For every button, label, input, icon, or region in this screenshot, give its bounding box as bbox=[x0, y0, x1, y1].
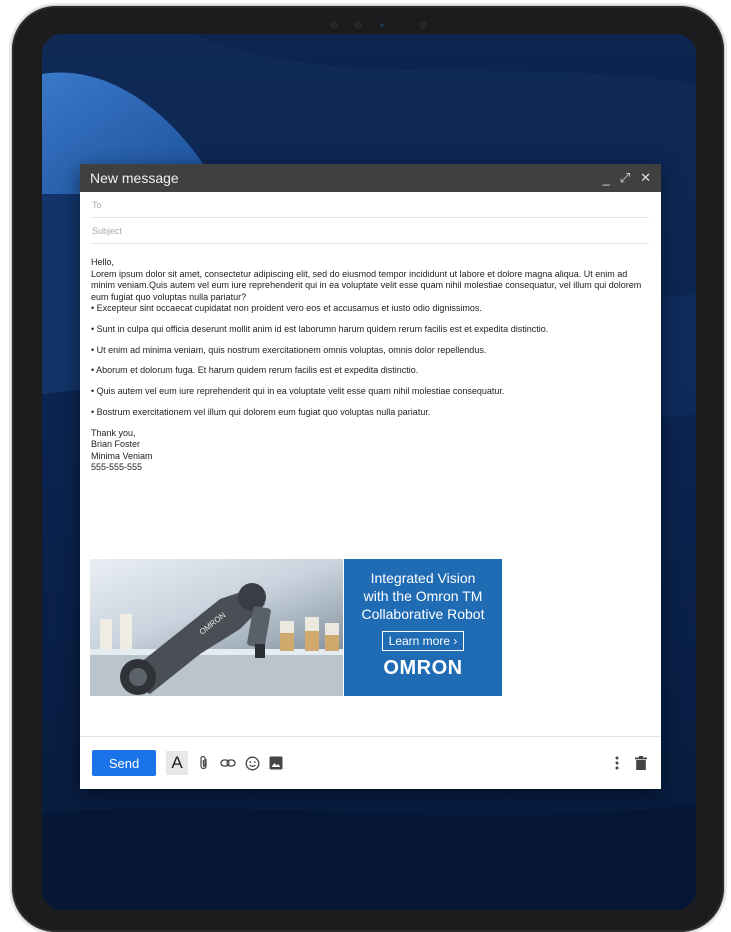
compose-toolbar: Send A bbox=[80, 736, 661, 789]
send-button[interactable]: Send bbox=[92, 750, 156, 776]
subject-row bbox=[90, 218, 649, 244]
compose-window: New message _ ⤢ ✕ Hello, Lorem ipsum dol… bbox=[80, 164, 661, 789]
bullet-list: • Excepteur sint occaecat cupidatat non … bbox=[91, 303, 649, 418]
greeting: Hello, bbox=[91, 257, 115, 267]
signature-phone: 555-555-555 bbox=[91, 462, 143, 473]
close-icon[interactable]: ✕ bbox=[640, 170, 651, 186]
compose-titlebar: New message _ ⤢ ✕ bbox=[80, 164, 661, 192]
more-icon[interactable] bbox=[609, 755, 625, 771]
ad-headline-2: with the Omron TM bbox=[363, 588, 483, 604]
signature-name: Brian Foster bbox=[91, 439, 141, 450]
emoji-icon[interactable] bbox=[244, 755, 260, 771]
learn-more-button[interactable]: Learn more › bbox=[381, 631, 465, 651]
ad-headline-3: Collaborative Robot bbox=[361, 606, 485, 622]
camera-bar bbox=[322, 16, 432, 36]
attach-icon[interactable] bbox=[196, 755, 212, 771]
signature-company: Minima Veniam bbox=[91, 450, 153, 461]
minimize-icon[interactable]: _ bbox=[602, 171, 609, 186]
bullet-item: • Excepteur sint occaecat cupidatat non … bbox=[91, 303, 482, 313]
banner-ad[interactable]: Integrated Vision with the Omron TM Coll… bbox=[344, 559, 502, 696]
expand-icon[interactable]: ⤢ bbox=[620, 170, 630, 186]
to-row bbox=[90, 192, 649, 218]
message-body[interactable]: Hello, Lorem ipsum dolor sit amet, conse… bbox=[80, 244, 661, 474]
email-banner[interactable]: OMRON Integrated Vision with the Omron T… bbox=[90, 559, 502, 696]
bullet-item: • Bostrum exercitationem vel illum qui d… bbox=[91, 406, 431, 417]
omron-logo: OMRON bbox=[383, 657, 463, 679]
trash-icon[interactable] bbox=[633, 755, 649, 771]
robot-image: OMRON bbox=[90, 559, 343, 696]
bullet-item: • Quis autem vel eum iure reprehenderit … bbox=[91, 386, 505, 397]
image-icon[interactable] bbox=[268, 755, 284, 771]
bullet-item: • Aborum et dolorum fuga. Et harum quide… bbox=[91, 365, 419, 376]
body-paragraph: Lorem ipsum dolor sit amet, consectetur … bbox=[91, 268, 642, 302]
compose-title: New message bbox=[90, 170, 179, 186]
closing: Thank you, bbox=[91, 427, 136, 438]
to-field[interactable] bbox=[90, 198, 649, 211]
bullet-item: • Sunt in culpa qui officia deserunt mol… bbox=[91, 323, 549, 334]
bullet-item: • Ut enim ad minima veniam, quis nostrum… bbox=[91, 344, 487, 355]
ad-headline-1: Integrated Vision bbox=[370, 570, 476, 586]
format-text-icon[interactable]: A bbox=[166, 751, 188, 775]
subject-field[interactable] bbox=[90, 224, 649, 237]
link-icon[interactable] bbox=[220, 755, 236, 771]
